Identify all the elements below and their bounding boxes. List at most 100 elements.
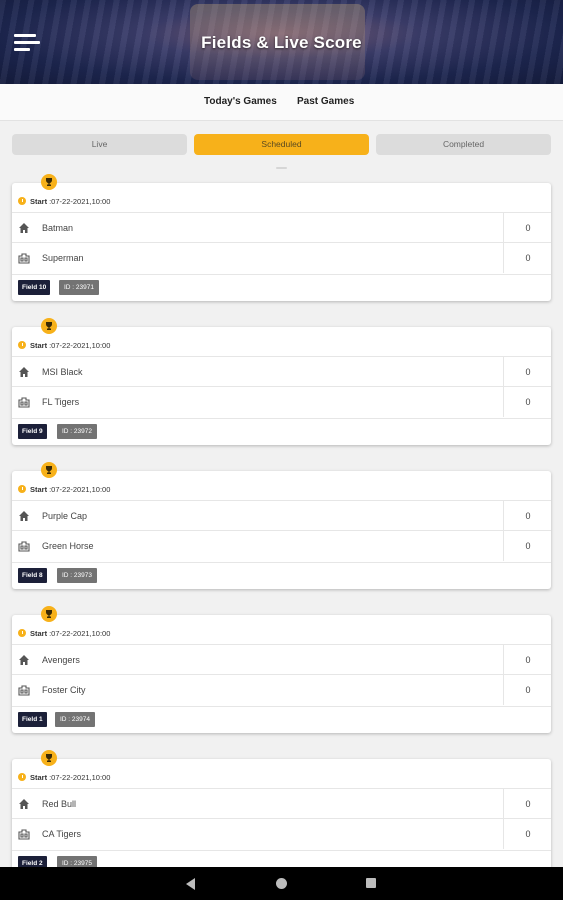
start-label: Start	[30, 340, 48, 350]
trophy-icon	[41, 318, 57, 334]
start-time-row: Start :07-22-2021,10:00	[18, 196, 110, 206]
field-badge: Field 1	[18, 712, 47, 727]
home-team-row: MSI Black 0	[12, 356, 551, 387]
clock-icon	[18, 485, 26, 493]
page-title: Fields & Live Score	[201, 33, 362, 52]
card-divider	[12, 850, 551, 851]
away-team-row: Green Horse 0	[12, 530, 551, 561]
home-icon	[18, 653, 30, 665]
home-score-cell: 0	[503, 789, 552, 819]
home-score: 0	[525, 799, 531, 809]
trophy-icon	[41, 462, 57, 478]
start-label: Start	[30, 772, 48, 782]
recent-apps-icon[interactable]	[366, 878, 376, 888]
game-id-badge: ID : 23972	[57, 424, 97, 439]
filter-scheduled-button[interactable]: Scheduled	[194, 134, 369, 155]
home-team-name: Avengers	[42, 655, 80, 665]
trophy-icon	[41, 606, 57, 622]
away-score: 0	[525, 685, 531, 695]
filter-completed-button[interactable]: Completed	[376, 134, 551, 155]
away-score: 0	[525, 541, 531, 551]
home-team-name: Purple Cap	[42, 511, 88, 521]
filter-live-button[interactable]: Live	[12, 134, 187, 155]
home-score-cell: 0	[503, 645, 552, 675]
away-team-icon	[18, 539, 30, 552]
clock-icon	[18, 341, 26, 349]
away-score-cell: 0	[503, 675, 552, 705]
tab-todays-games[interactable]: Today's Games	[204, 96, 277, 107]
away-team-name: Superman	[42, 253, 84, 263]
game-card[interactable]: Start :07-22-2021,10:00 Red Bull 0 CA Ti…	[12, 759, 551, 877]
away-team-name: Green Horse	[42, 541, 94, 551]
home-icon	[18, 797, 30, 809]
tab-bar: Today's Games Past Games	[0, 84, 563, 121]
away-team-row: Superman 0	[12, 242, 551, 273]
home-team-name: Red Bull	[42, 799, 77, 809]
start-time: :07-22-2021,10:00	[49, 196, 111, 206]
away-score-cell: 0	[503, 531, 552, 561]
away-team-name: FL Tigers	[42, 397, 80, 407]
away-team-icon	[18, 683, 30, 696]
away-score: 0	[525, 829, 531, 839]
trophy-icon	[41, 750, 57, 766]
card-divider	[12, 274, 551, 275]
away-score-cell: 0	[503, 243, 552, 273]
home-score: 0	[525, 655, 531, 665]
start-time-row: Start :07-22-2021,10:00	[18, 340, 110, 350]
home-team-row: Avengers 0	[12, 644, 551, 675]
start-time: :07-22-2021,10:00	[49, 772, 111, 782]
game-card[interactable]: Start :07-22-2021,10:00 MSI Black 0 FL T…	[12, 327, 551, 445]
clock-icon	[18, 197, 26, 205]
home-icon	[18, 221, 30, 233]
clock-icon	[18, 629, 26, 637]
away-team-row: FL Tigers 0	[12, 386, 551, 417]
home-team-row: Purple Cap 0	[12, 500, 551, 531]
start-label: Start	[30, 484, 48, 494]
away-score-cell: 0	[503, 387, 552, 417]
home-score: 0	[525, 367, 531, 377]
away-team-icon	[18, 251, 30, 264]
away-team-row: Foster City 0	[12, 674, 551, 705]
away-score: 0	[525, 397, 531, 407]
home-team-name: Batman	[42, 223, 74, 233]
game-card[interactable]: Start :07-22-2021,10:00 Avengers 0 Foste…	[12, 615, 551, 733]
game-id-badge: ID : 23971	[59, 280, 99, 295]
back-icon[interactable]	[186, 878, 195, 890]
start-label: Start	[30, 628, 48, 638]
card-divider	[12, 418, 551, 419]
home-icon	[18, 509, 30, 521]
home-score-cell: 0	[503, 501, 552, 531]
start-label: Start	[30, 196, 48, 206]
start-time-row: Start :07-22-2021,10:00	[18, 772, 110, 782]
home-icon[interactable]	[276, 878, 287, 889]
home-score: 0	[525, 223, 531, 233]
field-badge: Field 9	[18, 424, 47, 439]
trophy-icon	[41, 174, 57, 190]
start-time: :07-22-2021,10:00	[49, 340, 111, 350]
home-icon	[18, 365, 30, 377]
away-team-name: Foster City	[42, 685, 86, 695]
start-time-row: Start :07-22-2021,10:00	[18, 628, 110, 638]
home-team-name: MSI Black	[42, 367, 83, 377]
clock-icon	[18, 773, 26, 781]
away-team-icon	[18, 395, 30, 408]
game-id-badge: ID : 23974	[55, 712, 95, 727]
drag-handle[interactable]	[276, 167, 287, 169]
tab-past-games[interactable]: Past Games	[297, 96, 354, 107]
home-score: 0	[525, 511, 531, 521]
game-card[interactable]: Start :07-22-2021,10:00 Purple Cap 0 Gre…	[12, 471, 551, 589]
field-badge: Field 8	[18, 568, 47, 583]
start-time-row: Start :07-22-2021,10:00	[18, 484, 110, 494]
system-nav-bar	[0, 867, 563, 900]
game-card[interactable]: Start :07-22-2021,10:00 Batman 0 Superma…	[12, 183, 551, 301]
start-time: :07-22-2021,10:00	[49, 628, 111, 638]
away-score-cell: 0	[503, 819, 552, 849]
home-score-cell: 0	[503, 213, 552, 243]
home-team-row: Batman 0	[12, 212, 551, 243]
away-score: 0	[525, 253, 531, 263]
away-team-name: CA Tigers	[42, 829, 82, 839]
home-team-row: Red Bull 0	[12, 788, 551, 819]
app-header: Fields & Live Score	[0, 0, 563, 84]
start-time: :07-22-2021,10:00	[49, 484, 111, 494]
card-divider	[12, 706, 551, 707]
